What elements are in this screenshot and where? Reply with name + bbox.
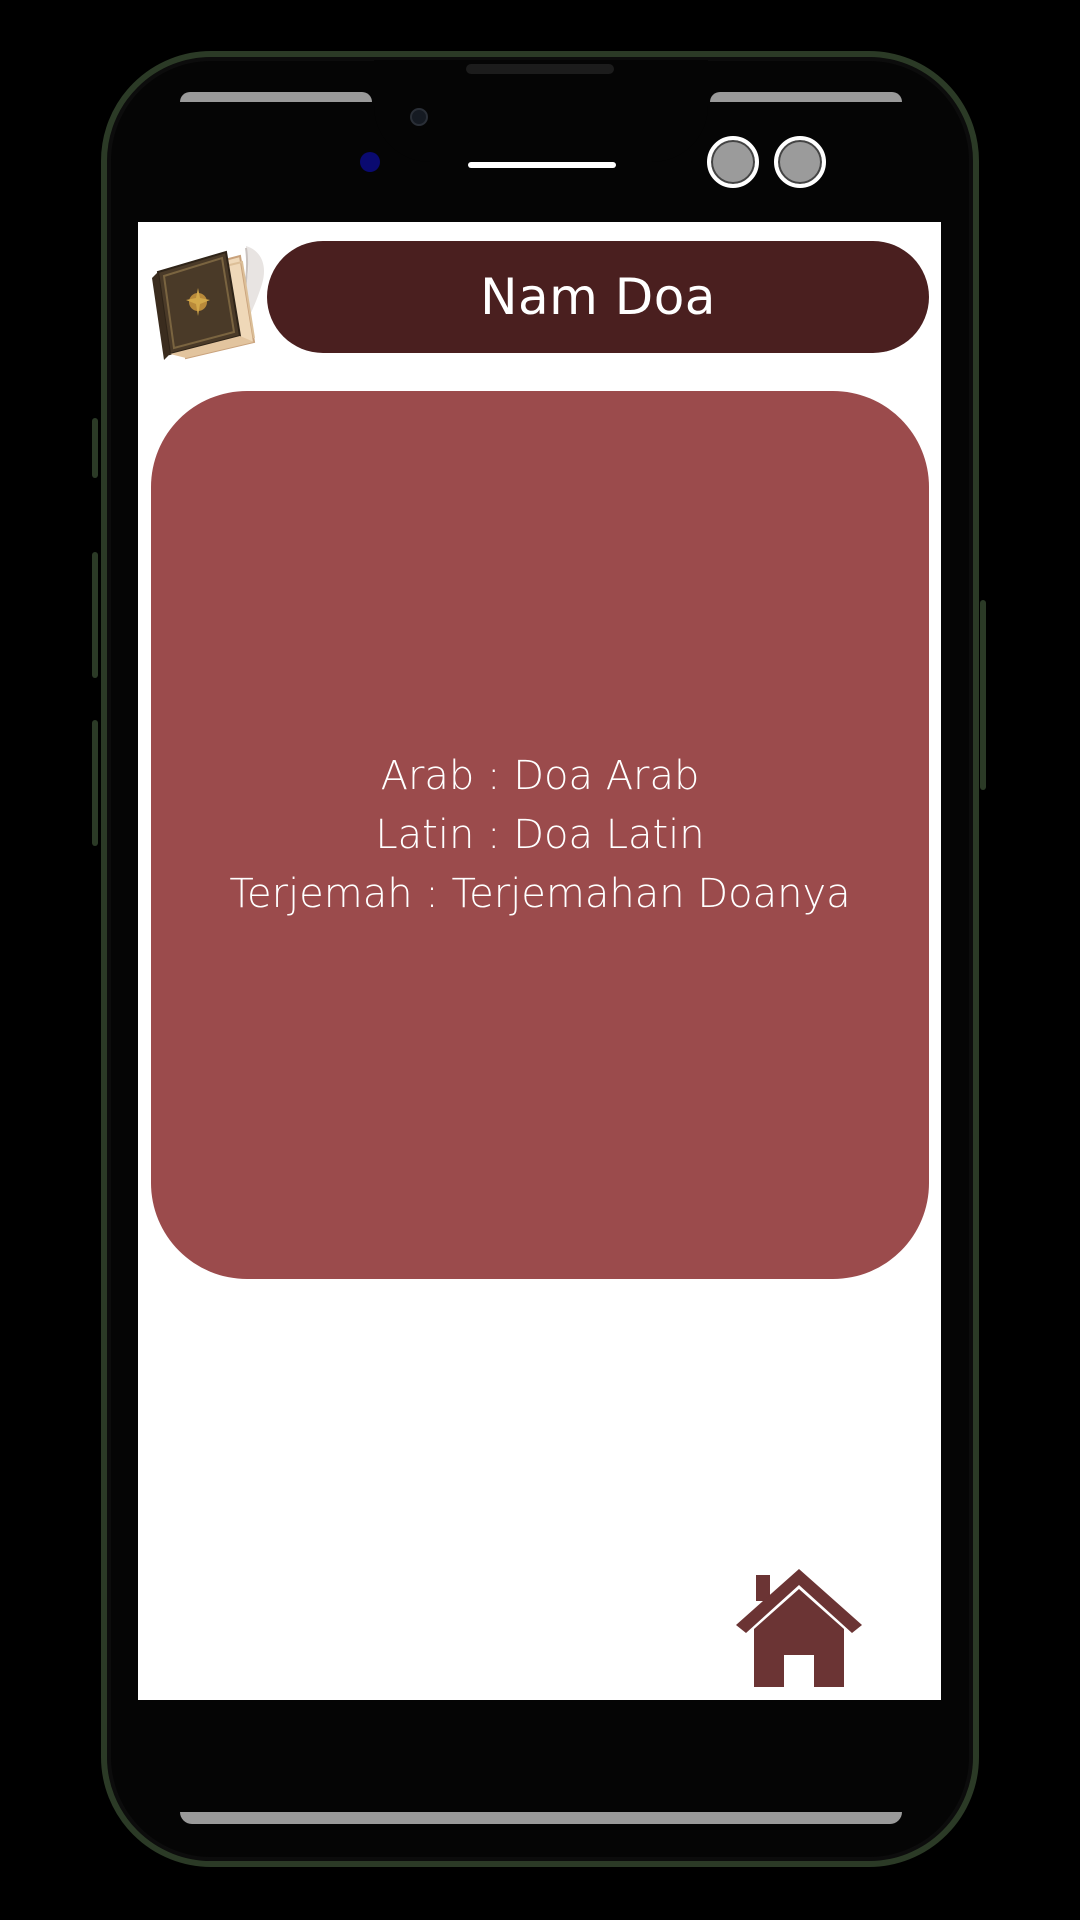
bezel-highlight-top-right	[710, 92, 902, 102]
terjemah-line: Terjemah : Terjemahan Doanya	[229, 870, 851, 917]
bezel-highlight-top-left	[180, 92, 372, 102]
doa-content-card: Arab : Doa Arab Latin : Doa Latin Terjem…	[151, 391, 929, 1279]
home-icon	[736, 1569, 862, 1687]
front-camera-icon	[410, 108, 428, 126]
side-button-volume-down	[92, 720, 98, 846]
side-button-mute	[92, 418, 98, 478]
page-title: Nam Doa	[480, 268, 716, 326]
status-circle-icon	[707, 136, 759, 188]
home-button[interactable]	[736, 1567, 862, 1689]
arab-line: Arab : Doa Arab	[380, 752, 700, 799]
status-circle-icon	[774, 136, 826, 188]
book-quill-icon	[150, 244, 270, 362]
app-screen: Nam Doa Arab : Doa Arab Latin : Doa Lati…	[138, 222, 941, 1700]
status-line	[468, 162, 616, 168]
bezel-highlight-bottom	[180, 1812, 902, 1824]
status-dot	[360, 152, 380, 172]
notch-speaker	[466, 64, 614, 74]
side-button-power	[980, 600, 986, 790]
side-button-volume-up	[92, 552, 98, 678]
title-bar: Nam Doa	[267, 241, 929, 353]
latin-line: Latin : Doa Latin	[375, 811, 705, 858]
